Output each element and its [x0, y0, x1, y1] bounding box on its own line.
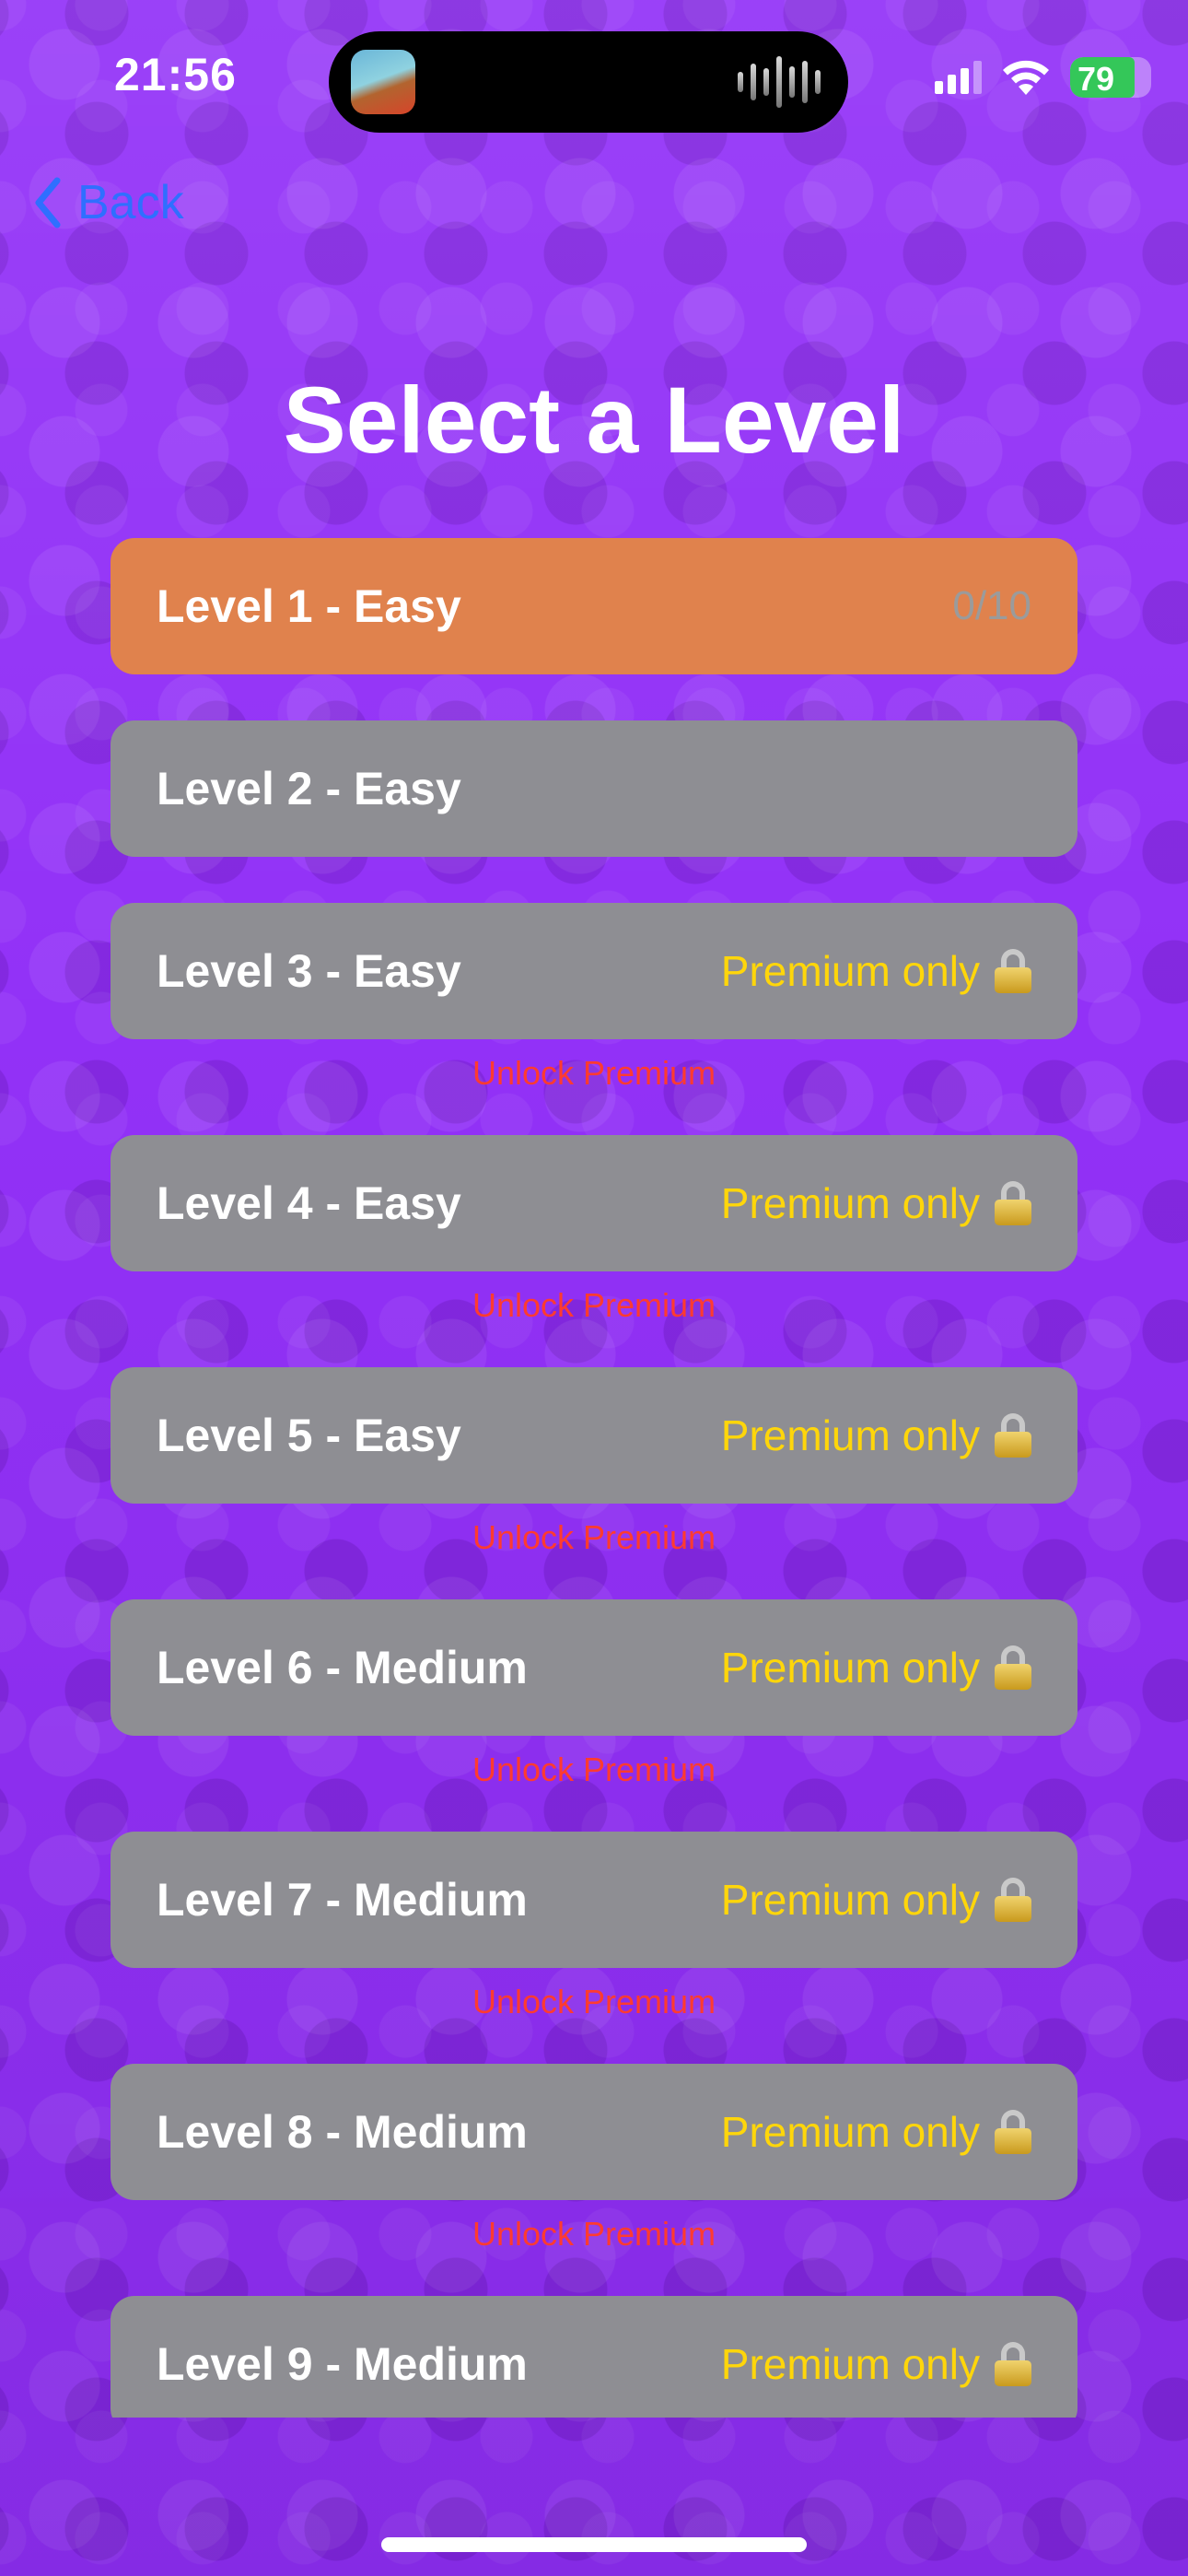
- level-row-8[interactable]: Level 8 - Medium Premium only Unlock Premi…: [111, 2064, 1077, 2253]
- premium-status: Premium only: [721, 1875, 1031, 1925]
- cellular-signal-icon: [935, 61, 982, 94]
- level-name: Level 9 - Medium: [157, 2338, 528, 2390]
- lock-icon: [995, 1413, 1031, 1458]
- lock-icon: [995, 2110, 1031, 2154]
- level-name: Level 7 - Medium: [157, 1874, 528, 1926]
- lock-icon: [995, 1878, 1031, 1922]
- premium-only-label: Premium only: [720, 2108, 980, 2156]
- level-list[interactable]: Level 1 - Easy 0/10 Level 2 - Easy Level 3 …: [111, 538, 1077, 2418]
- level-row-1[interactable]: Level 1 - Easy 0/10: [111, 538, 1077, 674]
- unlock-premium-link[interactable]: Unlock Premium: [111, 1286, 1077, 1325]
- lock-icon: [995, 2342, 1031, 2386]
- level-name: Level 3 - Easy: [157, 945, 461, 997]
- unlock-premium-link[interactable]: Unlock Premium: [111, 1751, 1077, 1789]
- unlock-premium-link[interactable]: Unlock Premium: [111, 1054, 1077, 1093]
- audio-waveform-icon: [738, 55, 821, 109]
- premium-only-label: Premium only: [720, 1411, 980, 1459]
- premium-status: Premium only: [721, 1178, 1031, 1228]
- level-progress: 0/10: [952, 583, 1031, 628]
- level-row-9[interactable]: Level 9 - Medium Premium only: [111, 2296, 1077, 2418]
- status-indicators: 79: [935, 57, 1151, 98]
- unlock-premium-link[interactable]: Unlock Premium: [111, 1518, 1077, 1557]
- premium-only-label: Premium only: [720, 947, 980, 995]
- status-time: 21:56: [114, 49, 237, 100]
- level-row-5[interactable]: Level 5 - Easy Premium only Unlock Premium: [111, 1367, 1077, 1556]
- lock-icon: [995, 1181, 1031, 1225]
- premium-status: Premium only: [721, 1411, 1031, 1460]
- page-title: Select a Level: [283, 368, 905, 473]
- premium-only-label: Premium only: [720, 1644, 980, 1692]
- back-button[interactable]: Back: [33, 175, 184, 230]
- level-row-3[interactable]: Level 3 - Easy Premium only Unlock Premium: [111, 903, 1077, 1092]
- level-row-6[interactable]: Level 6 - Medium Premium only Unlock Premi…: [111, 1599, 1077, 1788]
- battery-level: 79: [1077, 60, 1115, 98]
- premium-status: Premium only: [721, 2107, 1031, 2157]
- status-bar: 21:56 79: [0, 0, 1188, 147]
- unlock-premium-link[interactable]: Unlock Premium: [111, 2215, 1077, 2254]
- level-name: Level 5 - Easy: [157, 1410, 461, 1461]
- battery-charging-icon: 79: [1070, 57, 1151, 98]
- level-name: Level 2 - Easy: [157, 763, 461, 814]
- premium-only-label: Premium only: [720, 1876, 980, 1924]
- chevron-left-icon: [35, 177, 61, 228]
- lock-icon: [995, 1645, 1031, 1690]
- level-row-2[interactable]: Level 2 - Easy: [111, 720, 1077, 857]
- premium-status: Premium only: [721, 2339, 1031, 2389]
- now-playing-artwork: [351, 50, 415, 114]
- wifi-icon: [1003, 60, 1049, 95]
- home-indicator[interactable]: [381, 2537, 807, 2552]
- level-name: Level 6 - Medium: [157, 1642, 528, 1693]
- lock-icon: [995, 949, 1031, 993]
- level-name: Level 8 - Medium: [157, 2106, 528, 2158]
- level-row-7[interactable]: Level 7 - Medium Premium only Unlock Premi…: [111, 1832, 1077, 2020]
- premium-only-label: Premium only: [720, 1179, 980, 1227]
- level-name: Level 1 - Easy: [157, 580, 461, 632]
- premium-status: Premium only: [721, 946, 1031, 996]
- dynamic-island[interactable]: [329, 31, 848, 133]
- unlock-premium-link[interactable]: Unlock Premium: [111, 1983, 1077, 2021]
- premium-only-label: Premium only: [720, 2340, 980, 2388]
- back-label: Back: [77, 176, 184, 229]
- level-name: Level 4 - Easy: [157, 1177, 461, 1229]
- premium-status: Premium only: [721, 1643, 1031, 1692]
- level-row-4[interactable]: Level 4 - Easy Premium only Unlock Premium: [111, 1135, 1077, 1324]
